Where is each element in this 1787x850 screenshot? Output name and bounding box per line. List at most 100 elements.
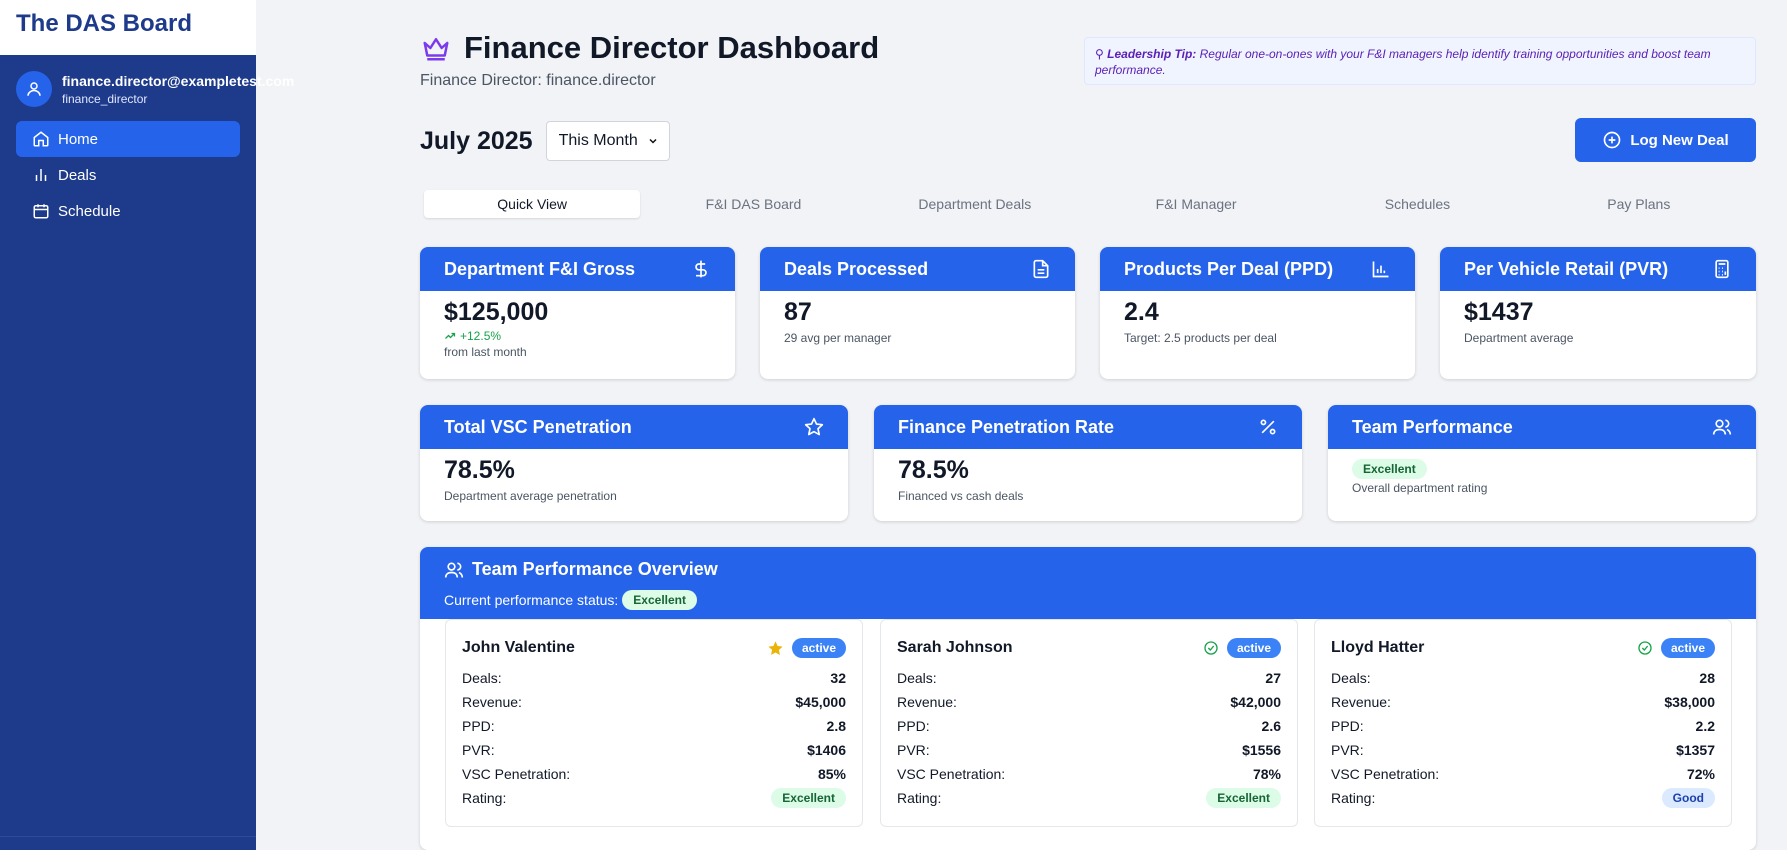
metric-note: Overall department rating [1352,481,1488,495]
tab-bar: Quick View F&I DAS Board Department Deal… [420,187,1756,221]
star-icon [768,640,783,655]
metric-title: Team Performance [1352,416,1513,437]
manager-name: John Valentine [462,639,575,656]
lightbulb-icon: ⚲ [1095,47,1104,61]
sidebar-item-schedule[interactable]: Schedule [16,193,240,229]
check-circle-icon [1638,641,1652,655]
stat-row-rating: Rating: Good [1331,786,1715,810]
trend-indicator: +12.5% [444,329,711,343]
metric-card-finance: Finance Penetration Rate 78.5% Financed … [874,405,1302,521]
sidebar-item-label: Home [58,130,99,148]
metric-note: from last month [444,345,527,359]
stat-row-revenue: Revenue: $42,000 [897,694,1281,710]
dollar-icon [695,260,707,278]
sidebar-item-deals[interactable]: Deals [16,157,240,193]
user-profile: finance.director@exampletest.com finance… [0,55,294,121]
stat-row-pvr: PVR: $1406 [462,742,846,758]
stat-row-revenue: Revenue: $38,000 [1331,694,1715,710]
metric-value: $1437 [1464,298,1534,326]
manager-card[interactable]: Lloyd Hatter active Deals: 28 Revenue: $38… [1314,619,1732,827]
metric-note: 29 avg per manager [784,331,892,345]
metric-title: Total VSC Penetration [444,416,632,437]
manager-card[interactable]: John Valentine active Deals: 32 Revenue: $… [445,619,863,827]
tab-department-deals[interactable]: Department Deals [867,190,1083,218]
status-badge: active [1660,638,1715,658]
metric-note: Financed vs cash deals [898,489,1024,503]
metric-card-deals: Deals Processed 87 29 avg per manager [760,247,1075,379]
user-icon [16,71,52,107]
manager-card[interactable]: Sarah Johnson active Deals: 27 Revenue: $4… [880,619,1298,827]
calendar-icon [33,204,49,219]
metric-value: 78.5% [898,456,969,484]
trending-up-icon [445,332,456,339]
document-icon [1033,259,1049,279]
metric-value: 78.5% [444,456,515,484]
stat-row-deals: Deals: 27 [897,670,1281,686]
tab-pay-plans[interactable]: Pay Plans [1531,190,1747,218]
users-icon [1712,419,1732,435]
tab-fi-manager[interactable]: F&I Manager [1088,190,1304,218]
status-badge: active [1226,638,1281,658]
metric-note: Department average penetration [444,489,617,503]
stat-row-vsc: VSC Penetration: 85% [462,766,846,782]
tab-schedules[interactable]: Schedules [1309,190,1525,218]
metric-title: Department F&I Gross [444,258,636,279]
home-icon [33,131,49,147]
brand-logo[interactable]: The DAS Board [0,0,256,55]
status-badge: active [791,638,846,658]
period-select[interactable]: This Month [545,121,670,161]
star-icon [804,417,824,436]
stat-row-pvr: PVR: $1357 [1331,742,1715,758]
metric-note: Target: 2.5 products per deal [1124,331,1277,345]
crown-icon [423,38,449,61]
metric-card-pvr: Per Vehicle Retail (PVR) $1437 Departmen… [1440,247,1756,379]
page-subtitle: Finance Director: finance.director [420,72,656,89]
metric-title: Products Per Deal (PPD) [1124,258,1334,279]
bar-chart-icon [1372,261,1389,278]
brand-name: The DAS Board [16,10,193,37]
metric-card-ppd: Products Per Deal (PPD) 2.4 Target: 2.5 … [1100,247,1415,379]
tip-label: Leadership Tip: [1107,47,1197,61]
page-header: Finance Director Dashboard Finance Direc… [420,30,879,90]
status-badge: Excellent [622,590,697,610]
bar-chart-icon [35,169,47,181]
metric-card-team: Team Performance Excellent Overall depar… [1328,405,1756,521]
stat-row-ppd: PPD: 2.6 [897,718,1281,734]
stat-row-deals: Deals: 32 [462,670,846,686]
log-new-deal-label: Log New Deal [1630,131,1729,149]
sidebar: The DAS Board finance.director@examplete… [0,0,294,850]
tab-fi-das-board[interactable]: F&I DAS Board [645,190,861,218]
section-title: Team Performance Overview [472,559,718,579]
check-circle-icon [1204,641,1218,655]
stat-row-pvr: PVR: $1556 [897,742,1281,758]
stat-row-rating: Rating: Excellent [897,786,1281,810]
metric-note: Department average [1464,331,1574,345]
log-new-deal-button[interactable]: Log New Deal [1575,118,1756,162]
metric-card-gross: Department F&I Gross $125,000 +12.5% fro… [420,247,735,379]
metric-title: Finance Penetration Rate [898,416,1115,437]
manager-name: Lloyd Hatter [1331,639,1425,656]
user-role: finance_director [62,91,148,106]
stat-row-rating: Rating: Excellent [462,786,846,810]
status-badge: Excellent [1352,459,1427,479]
sidebar-item-home[interactable]: Home [16,121,240,157]
metric-value: 2.4 [1124,298,1159,326]
metric-title: Deals Processed [784,258,929,279]
stat-row-vsc: VSC Penetration: 78% [897,766,1281,782]
rating-badge: Excellent [771,788,846,808]
user-email: finance.director@exampletest.com [62,72,295,89]
metric-value: 87 [784,298,812,326]
users-icon [444,562,464,578]
rating-badge: Good [1661,788,1715,808]
sidebar-item-label: Deals [58,166,97,184]
period-select-value: This Month [558,132,638,149]
page-title: Finance Director Dashboard [464,30,880,65]
stat-row-deals: Deals: 28 [1331,670,1715,686]
metric-card-vsc: Total VSC Penetration 78.5% Department a… [420,405,848,521]
metric-title: Per Vehicle Retail (PVR) [1464,258,1669,279]
sidebar-nav: Home Deals Schedule [0,121,256,229]
leadership-tip: ⚲ Leadership Tip: Regular one-on-ones wi… [1084,37,1756,85]
stat-row-ppd: PPD: 2.8 [462,718,846,734]
metric-value: $125,000 [444,298,549,326]
tab-quick-view[interactable]: Quick View [424,190,641,218]
